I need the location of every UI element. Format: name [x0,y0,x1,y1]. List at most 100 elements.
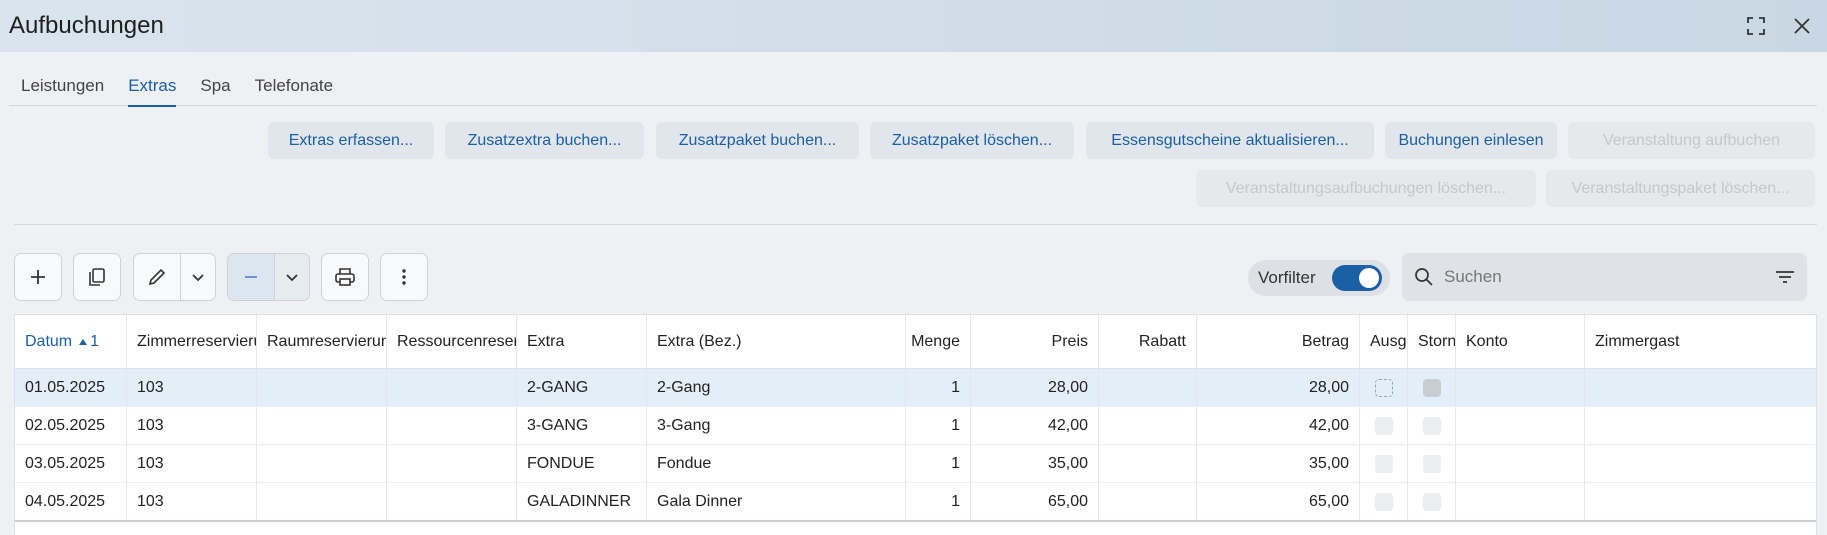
veranstaltung-aufbuchen-button[interactable]: Veranstaltung aufbuchen [1568,122,1815,159]
column-header-konto[interactable]: Konto [1456,315,1585,368]
delete-button[interactable] [228,254,275,300]
zusatzpaket-buchen-button[interactable]: Zusatzpaket buchen... [656,122,859,159]
tab-extras[interactable]: Extras [116,62,188,107]
storn-checkbox[interactable] [1422,454,1441,473]
cell-zimmergast [1585,445,1816,482]
column-header-zimmerreservierung[interactable]: Zimmerreservierung [127,315,257,368]
storn-checkbox[interactable] [1422,378,1441,397]
tab-telefonate[interactable]: Telefonate [243,62,345,106]
cell-ausgl [1360,369,1408,406]
storn-checkbox[interactable] [1422,416,1441,435]
cell-storn [1408,483,1456,520]
cell-konto [1456,407,1585,444]
cell-betrag: 28,00 [1197,369,1360,406]
cell-konto [1456,369,1585,406]
cell-extra: 2-GANG [517,369,647,406]
column-header-extra-bez[interactable]: Extra (Bez.) [647,315,906,368]
edit-button-group [133,253,216,301]
search-input[interactable] [1444,267,1744,287]
column-header-zimmergast[interactable]: Zimmergast [1585,315,1816,368]
cell-raum [257,445,387,482]
column-header-raumreservierung[interactable]: Raumreservierung [257,315,387,368]
print-button[interactable] [321,253,369,301]
column-header-ausgl[interactable]: Ausgl [1360,315,1408,368]
ausgl-checkbox[interactable] [1374,492,1393,511]
cell-datum: 02.05.2025 [15,407,127,444]
cell-rabatt [1099,407,1197,444]
cell-datum: 03.05.2025 [15,445,127,482]
cell-ausgl [1360,445,1408,482]
ausgl-checkbox[interactable] [1374,454,1393,473]
veranstaltungsaufbuchungen-loeschen-button[interactable]: Veranstaltungsaufbuchungen löschen... [1196,170,1536,207]
edit-dropdown-button[interactable] [181,254,215,300]
cell-extra-bez: Gala Dinner [647,483,906,520]
storn-checkbox[interactable] [1422,492,1441,511]
cell-raum [257,483,387,520]
cell-storn [1408,445,1456,482]
chevron-down-icon [192,274,204,282]
filter-button[interactable] [1773,265,1797,289]
cell-rabatt [1099,483,1197,520]
cell-preis: 28,00 [971,369,1099,406]
maximize-button[interactable] [1740,10,1772,42]
column-header-betrag[interactable]: Betrag [1197,315,1360,368]
buchungen-einlesen-button[interactable]: Buchungen einlesen [1385,122,1557,159]
column-header-menge[interactable]: Menge [906,315,971,368]
cell-konto [1456,483,1585,520]
cell-ressource [387,369,517,406]
zusatzextra-buchen-button[interactable]: Zusatzextra buchen... [445,122,644,159]
cell-konto [1456,445,1585,482]
more-options-button[interactable] [380,253,428,301]
cell-zimmer: 103 [127,483,257,520]
cell-betrag: 65,00 [1197,483,1360,520]
cell-betrag: 35,00 [1197,445,1360,482]
cell-betrag: 42,00 [1197,407,1360,444]
cell-extra: FONDUE [517,445,647,482]
column-header-preis[interactable]: Preis [971,315,1099,368]
ausgl-checkbox[interactable] [1374,416,1393,435]
vorfilter-switch[interactable] [1332,265,1382,291]
table-row[interactable]: 04.05.2025 103 GALADINNER Gala Dinner 1 … [15,483,1816,521]
window-title: Aufbuchungen [9,12,164,39]
tab-spa[interactable]: Spa [188,62,242,106]
close-button[interactable] [1786,10,1818,42]
section-divider [14,224,1817,225]
essensgutscheine-button[interactable]: Essensgutscheine aktualisieren... [1086,122,1374,159]
tab-leistungen[interactable]: Leistungen [9,62,116,106]
table-row[interactable]: 03.05.2025 103 FONDUE Fondue 1 35,00 35,… [15,445,1816,483]
cell-ausgl [1360,407,1408,444]
edit-button[interactable] [134,254,180,300]
cell-zimmergast [1585,483,1816,520]
cell-extra: 3-GANG [517,407,647,444]
veranstaltungspaket-loeschen-button[interactable]: Veranstaltungspaket löschen... [1546,170,1815,207]
pencil-icon [149,268,166,286]
plus-icon [31,270,45,284]
column-header-storn[interactable]: Storn [1408,315,1456,368]
copy-button[interactable] [73,253,121,301]
cell-zimmer: 103 [127,407,257,444]
table-row[interactable]: 02.05.2025 103 3-GANG 3-Gang 1 42,00 42,… [15,407,1816,445]
filter-icon [1776,271,1794,283]
column-header-extra[interactable]: Extra [517,315,647,368]
zusatzpaket-loeschen-button[interactable]: Zusatzpaket löschen... [870,122,1074,159]
column-header-rabatt[interactable]: Rabatt [1099,315,1197,368]
minus-icon [245,276,258,278]
cell-preis: 65,00 [971,483,1099,520]
cell-menge: 1 [906,445,971,482]
add-button[interactable] [14,253,62,301]
cell-ausgl [1360,483,1408,520]
close-icon [1794,18,1810,34]
cell-raum [257,369,387,406]
column-header-datum[interactable]: Datum 1 [15,315,127,368]
delete-dropdown-button[interactable] [275,254,309,300]
sort-ascending-icon [79,338,88,345]
extras-erfassen-button[interactable]: Extras erfassen... [268,122,434,159]
ausgl-checkbox[interactable] [1374,378,1393,397]
cell-extra-bez: Fondue [647,445,906,482]
title-bar: Aufbuchungen [0,0,1827,52]
table-row[interactable]: 01.05.2025 103 2-GANG 2-Gang 1 28,00 28,… [15,369,1816,407]
search-icon [1415,268,1433,286]
cell-ressource [387,445,517,482]
column-header-label: Datum [25,332,73,350]
column-header-ressourcenreservierung[interactable]: Ressourcenreservierung [387,315,517,368]
